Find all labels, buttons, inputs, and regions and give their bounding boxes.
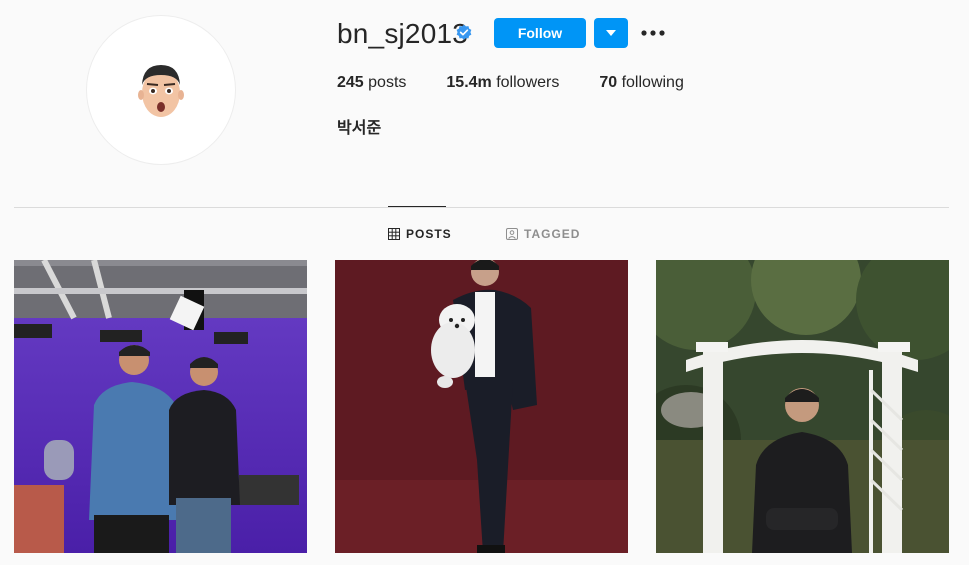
profile-avatar[interactable] — [86, 15, 236, 165]
post-image — [656, 260, 949, 553]
follow-button[interactable]: Follow — [494, 18, 586, 48]
followers-label: followers — [491, 74, 560, 91]
suggested-accounts-button[interactable] — [594, 18, 628, 48]
post-thumbnail[interactable] — [14, 260, 307, 553]
following-label: following — [617, 74, 684, 91]
profile-divider — [14, 207, 949, 208]
tag-icon — [506, 228, 518, 240]
tab-posts-label: POSTS — [406, 227, 452, 241]
active-tab-indicator — [388, 206, 446, 207]
following-count: 70 — [599, 74, 618, 91]
posts-label: posts — [363, 74, 407, 91]
caret-down-icon — [606, 30, 616, 36]
posts-stat: 245 posts — [337, 74, 406, 92]
followers-stat[interactable]: 15.4m followers — [446, 74, 559, 92]
posts-count: 245 — [337, 74, 364, 91]
tab-tagged-label: TAGGED — [524, 227, 581, 241]
tab-posts[interactable]: POSTS — [388, 227, 452, 241]
profile-full-name: 박서준 — [337, 120, 382, 137]
profile-stats: 245 posts 15.4m followers 70 following — [337, 74, 724, 92]
post-image — [14, 260, 307, 553]
ellipsis-icon — [641, 30, 665, 36]
verified-badge-icon — [456, 24, 472, 40]
profile-username: bn_sj2013 — [337, 18, 469, 49]
post-thumbnail[interactable] — [335, 260, 628, 553]
post-thumbnail[interactable] — [656, 260, 949, 553]
following-stat[interactable]: 70 following — [599, 74, 684, 92]
grid-icon — [388, 228, 400, 240]
more-options-button[interactable] — [640, 22, 666, 44]
memoji-avatar-icon — [138, 65, 184, 117]
post-image — [335, 260, 628, 553]
followers-count: 15.4m — [446, 74, 492, 91]
tab-tagged[interactable]: TAGGED — [506, 227, 580, 241]
